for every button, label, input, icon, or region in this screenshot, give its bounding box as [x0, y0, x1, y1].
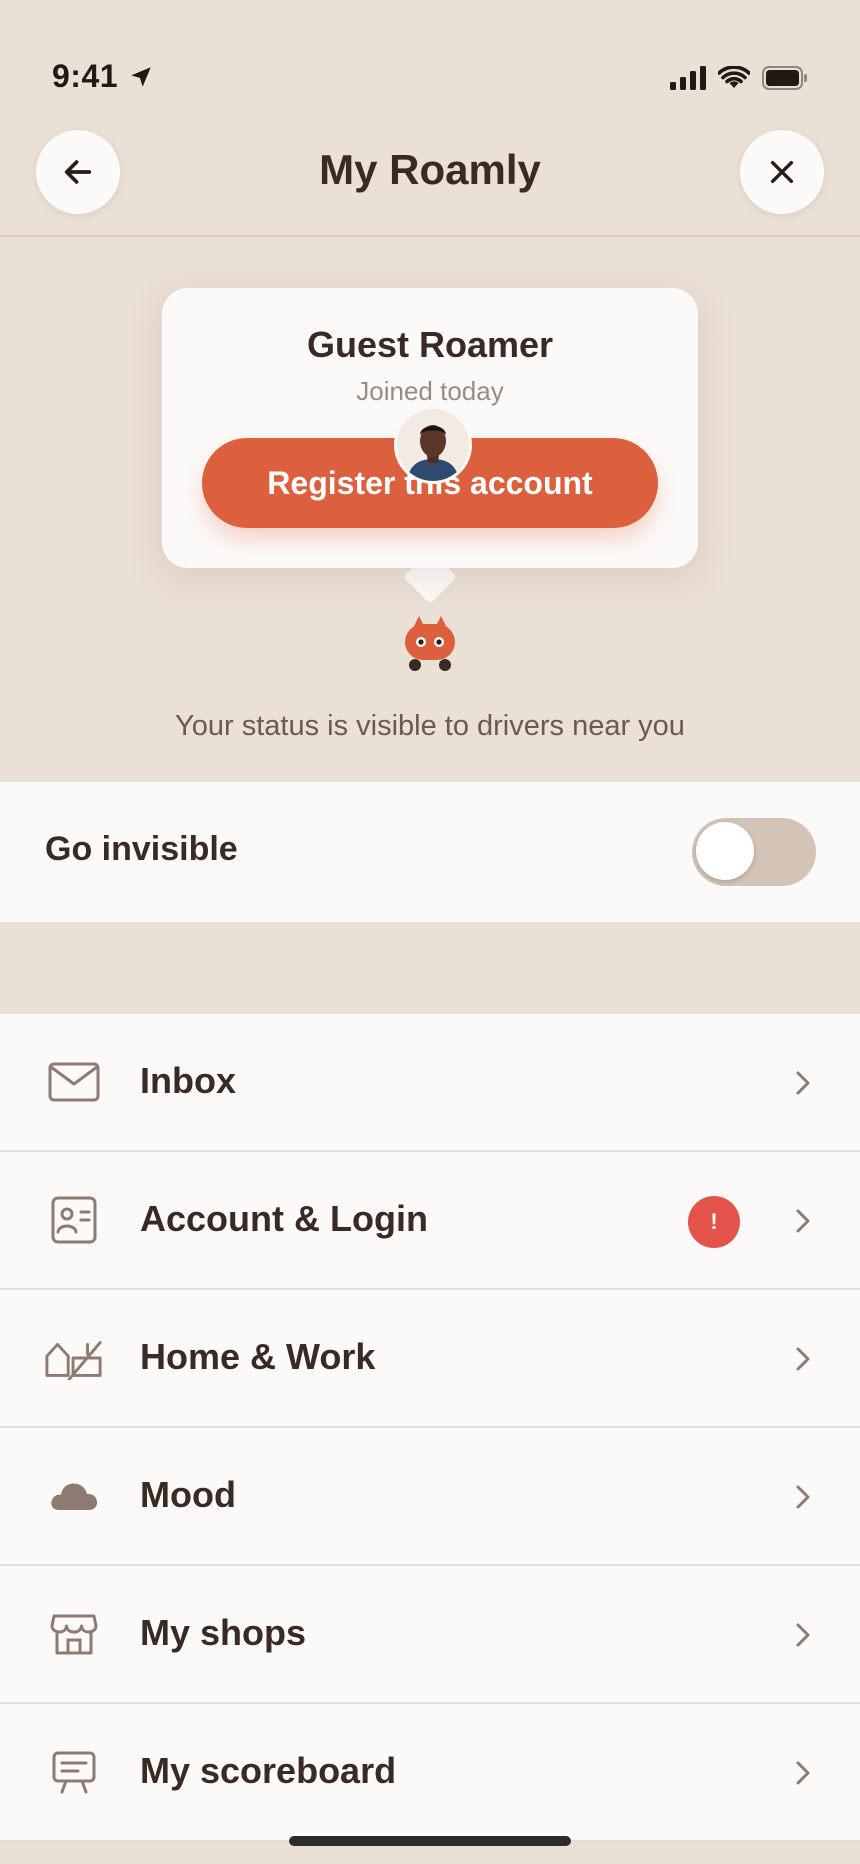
chevron-right-icon: [796, 1071, 810, 1095]
system-icons: [670, 66, 808, 90]
header: My Roamly: [0, 120, 860, 237]
menu-item-my-scoreboard[interactable]: My scoreboard: [0, 1704, 860, 1842]
location-arrow-icon: [131, 67, 151, 87]
menu-item-label: My shops: [140, 1612, 307, 1653]
close-icon: [770, 160, 794, 184]
go-invisible-row: Go invisible: [0, 782, 860, 922]
menu-item-label: Account & Login: [140, 1198, 428, 1239]
chevron-right-icon: [796, 1623, 810, 1647]
battery-icon: [762, 66, 807, 90]
toggle-knob: [696, 822, 754, 880]
home-indicator[interactable]: [289, 1836, 571, 1846]
wifi-icon: [718, 66, 750, 88]
cellular-signal-icon: [670, 66, 706, 90]
storefront-icon: [50, 1614, 98, 1655]
menu-item-mood[interactable]: Mood: [0, 1428, 860, 1566]
chevron-right-icon: [796, 1485, 810, 1509]
profile-name: Guest Roamer: [306, 324, 554, 365]
chevron-right-icon: [796, 1347, 810, 1371]
page-title: My Roamly: [319, 146, 541, 193]
visibility-status-text: Your status is visible to drivers near y…: [175, 710, 685, 742]
menu-item-label: Inbox: [140, 1060, 236, 1101]
avatar[interactable]: [394, 406, 472, 484]
menu-item-account-login[interactable]: Account & Login !: [0, 1152, 860, 1290]
home-work-icon: [45, 1341, 102, 1380]
chevron-right-icon: [796, 1209, 810, 1233]
id-card-icon: [51, 1196, 97, 1244]
menu-item-label: My scoreboard: [140, 1750, 397, 1791]
go-invisible-toggle[interactable]: [692, 818, 816, 886]
menu-item-label: Mood: [140, 1474, 236, 1515]
scoreboard-icon: [52, 1751, 96, 1794]
profile-card: Guest Roamer Joined today Register this …: [162, 288, 698, 568]
cloud-icon: [51, 1483, 98, 1510]
menu-item-inbox[interactable]: Inbox: [0, 1014, 860, 1152]
status-time: 9:41: [52, 58, 119, 94]
close-button[interactable]: [740, 130, 824, 214]
menu-list: Inbox Account & Login ! Home & Work Mood…: [0, 1014, 860, 1842]
alert-badge: !: [688, 1196, 740, 1248]
envelope-icon: [48, 1062, 100, 1102]
car-mascot-icon: [405, 616, 455, 671]
avatar-portrait: [397, 409, 469, 481]
chevron-right-icon: [796, 1761, 810, 1785]
status-bar: 9:41: [0, 0, 860, 120]
menu-item-label: Home & Work: [140, 1336, 376, 1377]
menu-item-my-shops[interactable]: My shops: [0, 1566, 860, 1704]
menu-item-home-work[interactable]: Home & Work: [0, 1290, 860, 1428]
go-invisible-label: Go invisible: [45, 830, 238, 868]
joined-date: Joined today: [356, 376, 504, 406]
